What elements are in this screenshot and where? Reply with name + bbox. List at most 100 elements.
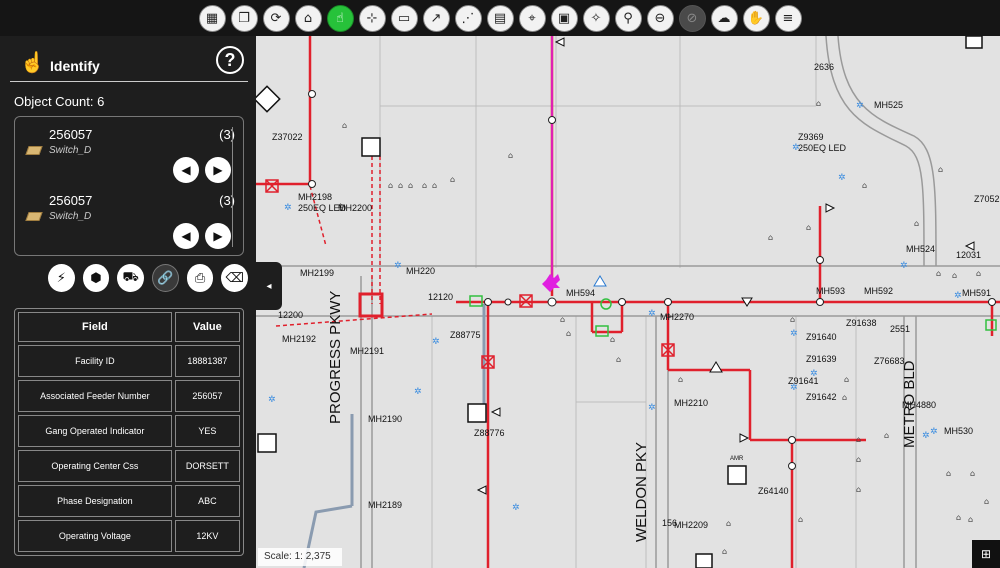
next-button[interactable]: ▶ [205,157,231,183]
svg-text:156: 156 [662,518,677,528]
svg-text:Z64140: Z64140 [758,486,789,496]
previous-button[interactable]: ◀ [173,157,199,183]
home-icon[interactable]: ⌂ [294,4,322,32]
svg-text:MH2189: MH2189 [368,500,402,510]
svg-text:✲: ✲ [648,403,656,413]
flash-icon[interactable]: ⚡ [48,264,75,292]
svg-text:✲: ✲ [900,261,908,271]
app-window: ▦ ❐ ⟳ ⌂ ☝ ⊹ ▭ ↗ ⋰ ▤ ⌖ ▣ ✧ ⚲ ⊖ ⊘ ☁ ✋ ≡ ☝ Identify ? Object … [0,0,1000,568]
svg-text:⌂: ⌂ [952,271,957,280]
trace-icon[interactable]: ↗ [422,4,450,32]
table-row: Operating Voltage 12KV [18,520,240,552]
map-graphics[interactable]: ⌂⌂ ⌂ ⌂ ⌂ ⌂ ⌂⌂⌂ ⌂⌂⌂ ⌂⌂⌂ ⌂ ⌂ ⌂ ⌂⌂⌂ ⌂⌂⌂ ⌂⌂⌂ ⌂⌂ ⌂ … [256,36,1000,568]
svg-text:MH2210: MH2210 [674,398,708,408]
select-features-icon[interactable]: ⊹ [358,4,386,32]
selected-switch-marker [542,274,560,292]
svg-text:METRO BLD: METRO BLD [901,360,918,448]
identify-hand-icon: ☝ [20,52,45,74]
collapse-panel-button[interactable]: ◂ [256,262,282,310]
svg-text:✲: ✲ [922,431,930,441]
svg-text:⌂: ⌂ [884,431,889,440]
action-bar: ⚡ ⬢ ⛟ 🔗 ⎙ ⌫ [48,264,249,294]
network-icon[interactable]: ⋰ [454,4,482,32]
field-cell: Gang Operated Indicator [18,415,172,447]
map-layers-icon[interactable]: ▦ [198,4,226,32]
svg-text:Z91642: Z91642 [806,392,837,402]
zoom-out-icon[interactable]: ⊖ [646,4,674,32]
svg-text:MH530: MH530 [944,426,973,436]
svg-text:⌂: ⌂ [798,515,803,524]
print-icon[interactable]: ▣ [550,4,578,32]
svg-text:⌂: ⌂ [722,547,727,556]
network-view-icon[interactable]: ⊞ [972,540,1000,568]
identify-panel: ☝ Identify ? Object Count: 6 256057 Swit… [0,36,256,568]
zoom-to-feature-icon[interactable]: ⬢ [82,264,110,292]
svg-text:Z37022: Z37022 [272,132,303,142]
svg-text:✲: ✲ [432,337,440,347]
book-icon[interactable]: ▤ [486,4,514,32]
svg-text:⌂: ⌂ [790,315,795,324]
value-cell: ABC [174,485,240,517]
window-icon[interactable]: ❐ [230,4,258,32]
object-id: 256057 [49,193,93,208]
svg-text:⌂: ⌂ [560,315,565,324]
svg-text:MH593: MH593 [816,286,845,296]
svg-text:⌂: ⌂ [610,335,615,344]
switch-icon [25,146,43,155]
switch-icon [25,212,43,221]
link-icon[interactable]: 🔗 [151,264,179,292]
cloud-download-icon[interactable]: ☁ [710,4,738,32]
clear-icon[interactable]: ⌫ [221,264,249,292]
svg-text:250EQ LED: 250EQ LED [798,143,847,153]
svg-text:Z76683: Z76683 [874,356,905,366]
list-scrollbar[interactable] [232,127,233,247]
svg-text:MH591: MH591 [962,288,991,298]
menu-icon[interactable]: ≡ [774,4,802,32]
selected-switch-square [358,292,384,318]
pan-hand-icon[interactable]: ✋ [742,4,770,32]
export-icon[interactable]: ⎙ [186,264,214,292]
table-row: Operating Center Css DORSETT [18,450,240,482]
field-cell: Phase Designation [18,485,172,517]
svg-text:✲: ✲ [790,329,798,339]
attribute-table: Field Value Facility ID 18881387 Associat… [14,308,244,556]
vehicle-icon[interactable]: ⛟ [117,264,144,292]
svg-text:⌂: ⌂ [856,485,861,494]
svg-text:⌂: ⌂ [936,269,941,278]
svg-text:✲: ✲ [648,309,656,319]
identify-hand-icon[interactable]: ☝ [326,4,354,32]
help-button[interactable]: ? [216,46,244,74]
object-list[interactable]: 256057 Switch_D (3) ◀ ▶ 256057 Switch_D … [14,116,244,256]
list-item[interactable]: 256057 Switch_D (3) ◀ ▶ [15,183,243,249]
svg-text:⌂: ⌂ [398,181,403,190]
compass-icon[interactable]: ✧ [582,4,610,32]
svg-text:⌂: ⌂ [938,165,943,174]
svg-text:⌂: ⌂ [422,181,427,190]
svg-text:12031: 12031 [956,250,981,260]
svg-text:2636: 2636 [814,62,834,72]
table-row: Associated Feeder Number 256057 [18,380,240,412]
svg-text:✲: ✲ [838,173,846,183]
next-button[interactable]: ▶ [205,223,231,249]
svg-text:MH2209: MH2209 [674,520,708,530]
map-canvas[interactable]: ⌂ ⌂ ⌂ ⌂ ⌂ ⌂ ⌂ ⌂ ⌂ ⌂ ⌂ ⌂ ⌂ ⌂ ⌂ ⌂ ⌂ ⌂ ⌂ ⌂ ⌂ ⌂ ⌂ ⌂ ⌂ ⌂ ⌂ ⌂ ⌂ ⌂ … [256,36,1000,568]
object-type: Switch_D [49,145,92,156]
field-cell: Facility ID [18,345,172,377]
search-icon[interactable]: ⚲ [614,4,642,32]
svg-text:AMR: AMR [730,456,744,462]
svg-text:✲: ✲ [954,291,962,301]
previous-button[interactable]: ◀ [173,223,199,249]
object-id: 256057 [49,127,93,142]
measure-icon[interactable]: ▭ [390,4,418,32]
list-item[interactable]: 256057 Switch_D (3) ◀ ▶ [15,117,243,183]
svg-text:MH220: MH220 [406,266,435,276]
svg-text:MH525: MH525 [874,100,903,110]
table-row: Facility ID 18881387 [18,345,240,377]
coordinates-icon[interactable]: ⌖ [518,4,546,32]
svg-text:✲: ✲ [394,261,402,271]
svg-text:⌂: ⌂ [862,181,867,190]
layers-refresh-icon[interactable]: ⟳ [262,4,290,32]
svg-text:MH592: MH592 [864,286,893,296]
svg-text:⌂: ⌂ [508,151,513,160]
zoom-disabled-icon[interactable]: ⊘ [678,4,706,32]
